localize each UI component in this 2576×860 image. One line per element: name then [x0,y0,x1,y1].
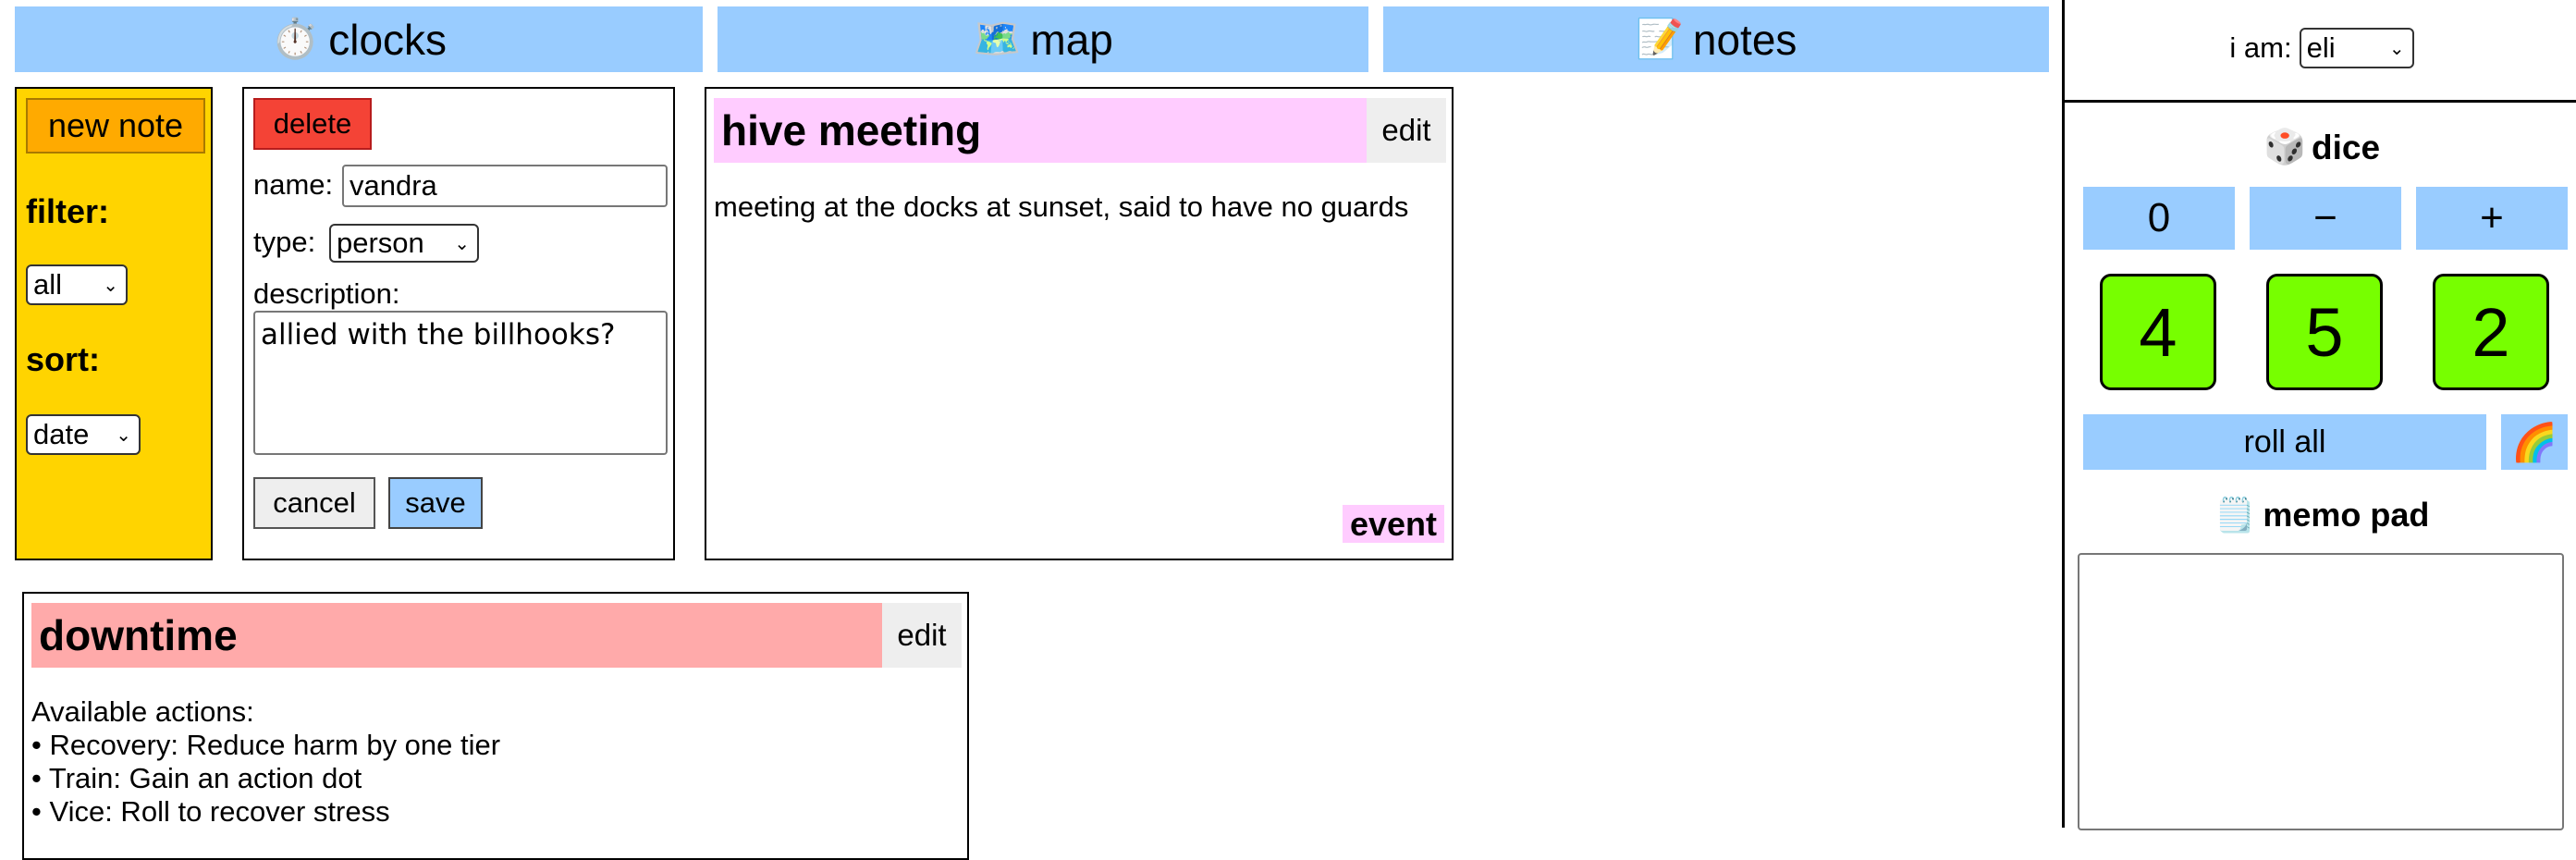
description-value: allied with the billhooks? [261,318,616,351]
chevron-down-icon: ⌄ [2388,38,2405,59]
filter-label: filter: [26,192,109,230]
sort-label: sort: [26,340,100,378]
name-label: name: [253,168,334,201]
tab-map[interactable]: 🗺️ map [718,6,1368,72]
user-label: i am: [2229,31,2292,64]
rainbow-button[interactable]: 🌈 [2501,414,2568,470]
list-item: • Recovery: Reduce harm by one tier [31,729,501,761]
filter-panel: new note filter: all ⌄ sort: date ⌄ [15,87,213,560]
event-tag: event [1342,505,1444,543]
user-select-value: eli [2306,31,2336,64]
note-editor: delete name: vandra type: person ⌄ descr… [242,87,675,560]
note-title: hive meeting [714,98,1367,163]
user-row: i am: eli ⌄ [2065,28,2576,68]
dice-plus-button[interactable]: + [2416,187,2568,250]
note-body: meeting at the docks at sunset, said to … [714,190,1409,223]
die[interactable]: 5 [2266,274,2383,390]
dice-heading: 🎲 dice [2065,128,2576,167]
dice-icon: 🎲 [2263,128,2307,166]
user-select[interactable]: eli ⌄ [2299,28,2414,68]
die[interactable]: 4 [2100,274,2216,390]
filter-select[interactable]: all ⌄ [26,264,128,305]
memo-icon: 📝 [1635,17,1684,60]
tab-clocks-label: clocks [328,15,448,64]
type-select[interactable]: person ⌄ [329,224,479,263]
delete-button[interactable]: delete [253,98,372,150]
note-tag: event [1342,505,1444,544]
chevron-down-icon: ⌄ [454,233,470,254]
save-button[interactable]: save [388,477,483,529]
edit-button[interactable]: edit [882,603,962,668]
memo-textarea[interactable] [2078,553,2564,830]
name-input[interactable]: vandra [342,165,668,207]
note-card: hive meeting edit meeting at the docks a… [705,87,1454,560]
rainbow-icon: 🌈 [2511,422,2558,463]
chevron-down-icon: ⌄ [103,275,118,296]
tab-clocks[interactable]: ⏱️ clocks [15,6,703,72]
list-item: • Train: Gain an action dot [31,762,362,794]
divider [2065,100,2576,103]
type-label: type: [253,226,316,258]
type-select-value: person [337,227,424,259]
list-item: • Vice: Roll to recover stress [31,795,390,828]
stopwatch-icon: ⏱️ [270,17,320,60]
description-label: description: [253,277,400,310]
tab-notes-label: notes [1692,15,1797,64]
tab-notes[interactable]: 📝 notes [1383,6,2049,72]
memo-heading: 🗒️ memo pad [2065,496,2576,534]
right-sidebar: i am: eli ⌄ 🎲 dice 0 − + 4 5 2 roll all … [2062,0,2576,830]
dice-minus-button[interactable]: − [2250,187,2401,250]
note-card: downtime edit Available actions: • Recov… [22,592,969,860]
sort-select-value: date [33,418,90,450]
tab-map-label: map [1030,15,1113,64]
notepad-icon: 🗒️ [2214,496,2256,534]
filter-select-value: all [33,268,63,301]
roll-all-button[interactable]: roll all [2083,414,2486,470]
sort-select[interactable]: date ⌄ [26,414,141,455]
chevron-down-icon: ⌄ [116,424,131,446]
die[interactable]: 2 [2433,274,2549,390]
memo-title: memo pad [2263,496,2430,534]
note-body-heading: Available actions: [31,695,254,728]
cancel-button[interactable]: cancel [253,477,375,529]
map-icon: 🗺️ [973,17,1022,60]
dice-count-display: 0 [2083,187,2235,250]
new-note-button[interactable]: new note [26,98,205,154]
note-body: Available actions: • Recovery: Reduce ha… [31,695,956,829]
name-input-value: vandra [350,169,437,202]
edit-button[interactable]: edit [1367,98,1446,163]
dice-title: dice [2312,128,2381,166]
note-title: downtime [31,603,882,668]
description-textarea[interactable]: allied with the billhooks? [253,311,668,455]
